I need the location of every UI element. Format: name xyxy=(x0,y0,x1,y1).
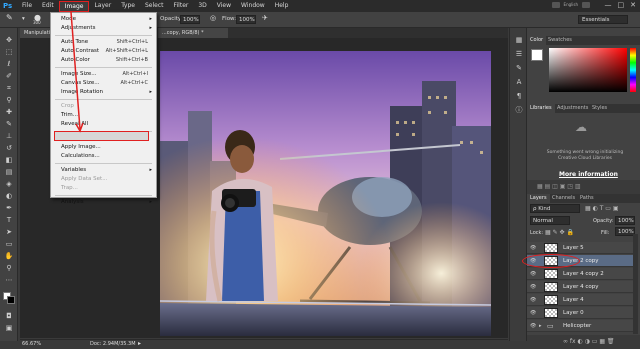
panel-icon-strip: ▦ ☰ ✎ A ¶ ⓘ xyxy=(509,28,527,341)
hue-slider[interactable] xyxy=(630,48,636,92)
visibility-eye-icon[interactable]: 👁 xyxy=(530,284,537,290)
tab-channels[interactable]: Channels xyxy=(549,194,578,203)
tab-color[interactable]: Color xyxy=(527,36,547,45)
tab-swatches[interactable]: Swatches xyxy=(545,36,575,45)
annotation-arrow-line xyxy=(70,11,81,130)
layer-filter-kind[interactable]: ρ Kind xyxy=(530,204,580,213)
layer-thumbnail xyxy=(544,308,558,318)
layer-thumbnail xyxy=(544,282,558,292)
layer-row[interactable]: 👁 Layer 0 xyxy=(527,307,635,319)
layer-name[interactable]: Layer 0 xyxy=(563,307,584,319)
color-field[interactable] xyxy=(549,48,627,92)
libraries-panel-tabs: Libraries Adjustments Styles xyxy=(527,104,640,113)
layer-opacity-field[interactable]: 100% xyxy=(615,216,635,225)
library-tool-icons[interactable]: ▦ ▤ ◫ ▣ ◳ ▥ xyxy=(537,183,581,190)
layer-opacity-label: Opacity: xyxy=(593,218,614,224)
layer-name[interactable]: Helicopter xyxy=(563,320,591,332)
fg-color-chip[interactable] xyxy=(531,49,543,61)
layer-thumbnail xyxy=(544,243,558,253)
history-panel-icon[interactable]: ▦ xyxy=(514,36,524,45)
layer-group-row[interactable]: 👁 ▸ ▭ Helicopter xyxy=(527,320,635,332)
paragraph-panel-icon[interactable]: ¶ xyxy=(514,92,524,101)
fill-label: Fill: xyxy=(601,230,610,236)
visibility-eye-icon[interactable]: 👁 xyxy=(530,271,537,277)
brush-panel-icon[interactable]: ✎ xyxy=(514,64,524,73)
blend-mode-select[interactable]: Normal xyxy=(530,216,570,225)
folder-icon: ▭ xyxy=(547,322,554,330)
layer-row[interactable]: 👁 Layer 4 copy xyxy=(527,281,635,293)
cloud-error-icon: ☁ xyxy=(575,120,587,134)
chevron-right-icon[interactable]: ▸ xyxy=(539,323,542,329)
layers-scrollbar[interactable] xyxy=(633,234,638,334)
libraries-toolbar: ▦ ▤ ◫ ▣ ◳ ▥ xyxy=(527,180,640,194)
tab-styles[interactable]: Styles xyxy=(589,104,610,113)
fill-field[interactable]: 100% xyxy=(615,227,635,236)
layer-filter-icons[interactable]: ▦ ◐ T ▭ ▣ xyxy=(585,205,619,212)
visibility-eye-icon[interactable]: 👁 xyxy=(530,245,537,251)
color-panel-tabs: Color Swatches xyxy=(527,36,640,45)
layer-thumbnail xyxy=(544,295,558,305)
layer-thumbnail xyxy=(544,269,558,279)
layer-name[interactable]: Layer 4 copy xyxy=(563,281,598,293)
tab-adjustments[interactable]: Adjustments xyxy=(554,104,591,113)
visibility-eye-icon[interactable]: 👁 xyxy=(530,297,537,303)
tab-paths[interactable]: Paths xyxy=(577,194,597,203)
properties-panel-icon[interactable]: ☰ xyxy=(514,50,524,59)
character-panel-icon[interactable]: A xyxy=(514,78,524,87)
layers-panel-tabs: Layers Channels Paths xyxy=(527,194,640,203)
lock-icons[interactable]: ▦ ✎ ✥ 🔒 xyxy=(545,229,574,236)
lock-label: Lock: xyxy=(530,230,544,236)
annotation-circle xyxy=(522,254,580,268)
layer-row[interactable]: 👁 Layer 4 copy 2 xyxy=(527,268,635,280)
layer-action-icons[interactable]: ∞ fx ◐ ◑ ▭ ▦ 🗑 xyxy=(563,338,615,345)
layer-name[interactable]: Layer 4 xyxy=(563,294,584,306)
right-panels: Color Swatches Libraries Adjustments Sty… xyxy=(527,28,640,349)
layer-name[interactable]: Layer 5 xyxy=(563,242,584,254)
layer-name[interactable]: Layer 4 copy 2 xyxy=(563,268,604,280)
tab-layers[interactable]: Layers xyxy=(527,194,550,203)
layer-row[interactable]: 👁 Layer 4 xyxy=(527,294,635,306)
info-panel-icon[interactable]: ⓘ xyxy=(514,106,524,115)
more-information-link[interactable]: More information xyxy=(559,171,618,178)
layer-row[interactable]: 👁 Layer 5 xyxy=(527,242,635,254)
visibility-eye-icon[interactable]: 👁 xyxy=(530,323,537,329)
libraries-error-message: Something went wrong initializing Creati… xyxy=(546,150,624,161)
visibility-eye-icon[interactable]: 👁 xyxy=(530,310,537,316)
layers-footer: ∞ fx ◐ ◑ ▭ ▦ 🗑 xyxy=(527,335,640,349)
tab-libraries[interactable]: Libraries xyxy=(527,104,555,113)
